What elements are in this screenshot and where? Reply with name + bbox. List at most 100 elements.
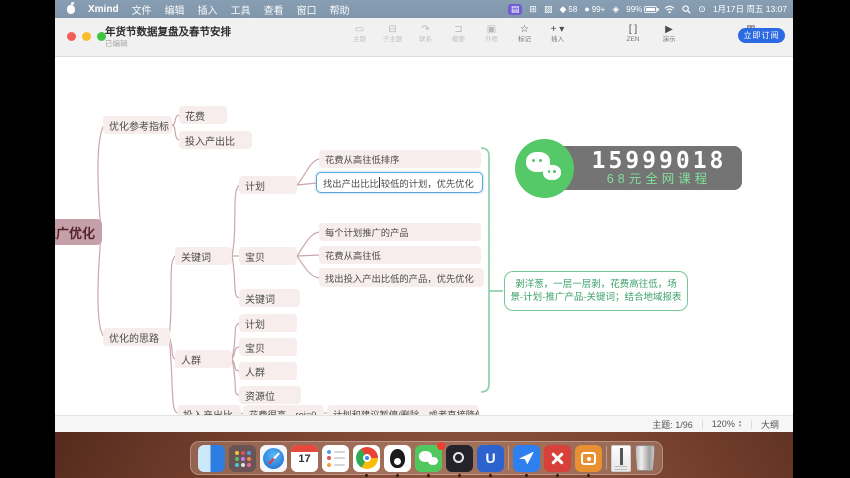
topic-metrics[interactable]: 优化参考指标: [103, 116, 172, 134]
subtopic-icon: ⊟: [378, 23, 407, 36]
topic-cost[interactable]: 花费: [179, 106, 227, 124]
watermark-number: 15999018: [592, 150, 727, 172]
calendar-icon[interactable]: 17: [291, 445, 318, 472]
topic-toolbar: ▭主题 ⊟子主题 ↷联系 ⊐概要 ▣外框 ☆标记 + ▾插入: [345, 23, 572, 43]
root-topic[interactable]: 推广优化: [55, 219, 102, 245]
battery-icon: [644, 6, 657, 13]
relationship-button[interactable]: ↷联系: [411, 23, 440, 43]
window-status-bar: 主题: 1/96 120% ▲▼ 大纲: [55, 415, 793, 432]
window-title-bar: 年货节数据复盘及春节安排 已编辑 ▭主题 ⊟子主题 ↷联系 ⊐概要 ▣外框 ☆标…: [55, 18, 793, 57]
topic-icon: ▭: [345, 23, 374, 36]
topic-crowd-plan[interactable]: 计划: [239, 314, 297, 332]
topic-keyword[interactable]: 关键词: [175, 247, 232, 265]
summary-button[interactable]: ⊐概要: [444, 23, 473, 43]
trash-icon[interactable]: [635, 445, 655, 471]
topic-roi[interactable]: 投入产出比: [177, 405, 241, 415]
menu-item-tools[interactable]: 工具: [231, 2, 251, 17]
minimize-button[interactable]: [82, 32, 91, 41]
topic-button[interactable]: ▭主题: [345, 23, 374, 43]
subscribe-button[interactable]: 立即订阅: [738, 28, 785, 43]
chrome-icon[interactable]: [353, 445, 380, 472]
topic-product-item2[interactable]: 花费从高往低: [319, 246, 481, 264]
topic-keyword2[interactable]: 关键词: [239, 289, 300, 307]
zoom-stepper-icon[interactable]: ▲▼: [738, 420, 742, 428]
editor-app-icon[interactable]: [544, 445, 571, 472]
u-app-icon[interactable]: U: [477, 445, 504, 472]
chat-count: 99+: [592, 5, 606, 14]
dock-divider: [606, 446, 607, 470]
document-edited-status: 已编辑: [105, 38, 128, 49]
topic-plan-item1[interactable]: 花费从高往低排序: [319, 150, 481, 168]
battery-status[interactable]: 99%: [626, 5, 657, 14]
topic-resource[interactable]: 资源位: [239, 386, 301, 404]
screen-mirroring-icon[interactable]: ▤: [508, 4, 523, 15]
zoom-control[interactable]: 120% ▲▼: [712, 419, 742, 429]
topic-roi-item2[interactable]: 计划和建议暂停/删除，或者直接降低预算: [327, 405, 479, 415]
outline-button[interactable]: 大纲: [761, 418, 779, 431]
chat-status-icon[interactable]: ●99+: [584, 5, 605, 14]
menu-bar: Xmind 文件 编辑 插入 工具 查看 窗口 帮助 ▤ ⊞ ▨ ◆58 ●99…: [55, 0, 793, 18]
topic-product[interactable]: 宝贝: [239, 247, 297, 265]
wechat-logo-icon: [515, 139, 574, 198]
notification-badge: [437, 442, 445, 450]
insert-button[interactable]: + ▾插入: [543, 23, 572, 43]
topic-crowd[interactable]: 人群: [175, 350, 232, 368]
marker-icon: ☆: [510, 23, 539, 36]
battery-percent: 99%: [626, 5, 642, 14]
selected-text-after: 较低的计划，优先优化: [381, 176, 474, 190]
letterbox-left: [0, 0, 55, 478]
search-icon[interactable]: [682, 5, 691, 14]
topic-product-item3[interactable]: 找出投入产出比低的产品，优先优化: [319, 268, 484, 287]
photos-status-icon[interactable]: ◈: [612, 5, 619, 14]
traffic-lights: [67, 32, 106, 41]
menu-item-window[interactable]: 窗口: [297, 2, 317, 17]
topic-plan[interactable]: 计划: [239, 176, 297, 194]
safari-icon[interactable]: [260, 445, 287, 472]
send-app-icon[interactable]: [513, 445, 540, 472]
close-button[interactable]: [67, 32, 76, 41]
boundary-icon: ▣: [477, 23, 506, 36]
subtopic-button[interactable]: ⊟子主题: [378, 23, 407, 43]
document-file-icon[interactable]: [611, 445, 631, 472]
menu-item-file[interactable]: 文件: [132, 2, 152, 17]
selected-text-before: 找出产出比比: [323, 176, 379, 190]
menu-item-insert[interactable]: 插入: [198, 2, 218, 17]
present-button[interactable]: ▶演示: [656, 23, 682, 43]
topic-crowd-crowd[interactable]: 人群: [239, 362, 297, 380]
dock: 17 U: [190, 441, 663, 475]
badge-app-icon[interactable]: ◆58: [559, 5, 577, 14]
zoom-level: 120%: [712, 419, 735, 429]
mindmap-canvas[interactable]: 推广优化 优化参考指标 花费 投入产出比 优化的思路 关键词 计划 花费从高往低…: [55, 57, 793, 415]
menu-app-name[interactable]: Xmind: [88, 4, 119, 15]
summary-note[interactable]: 剥洋葱，一层一层剥，花费高往低，场景-计划-推广产品-关键词；结合地域报表: [504, 271, 688, 311]
qq-icon[interactable]: [384, 445, 411, 472]
user-switch-icon[interactable]: ⊙: [698, 5, 706, 14]
wifi-icon[interactable]: [664, 5, 675, 14]
meeting-app-icon[interactable]: [446, 445, 473, 472]
watermark-bar: 15999018 68元全网课程: [546, 146, 742, 190]
marker-button[interactable]: ☆标记: [510, 23, 539, 43]
topic-roi-metric[interactable]: 投入产出比: [179, 131, 252, 149]
watermark-caption: 68元全网课程: [607, 172, 711, 187]
display-icon[interactable]: ⊞: [529, 5, 537, 14]
launchpad-icon[interactable]: [229, 445, 256, 472]
reminders-icon[interactable]: [322, 445, 349, 472]
menu-item-help[interactable]: 帮助: [330, 2, 350, 17]
menu-item-edit[interactable]: 编辑: [165, 2, 185, 17]
zen-mode-button[interactable]: [ ]ZEN: [620, 23, 646, 43]
topic-crowd-product[interactable]: 宝贝: [239, 338, 297, 356]
menu-item-view[interactable]: 查看: [264, 2, 284, 17]
apple-menu-icon[interactable]: [67, 5, 75, 14]
finder-icon[interactable]: [198, 445, 225, 472]
topic-roi-item1[interactable]: 花费很高，roi=0: [243, 405, 324, 415]
menu-bar-clock[interactable]: 1月17日 周五 13:07: [713, 3, 787, 15]
wechat-icon[interactable]: [415, 445, 442, 472]
topic-product-item1[interactable]: 每个计划推广的产品: [319, 223, 481, 241]
topic-plan-item2-selected[interactable]: 找出产出比比较低的计划，优先优化: [316, 172, 483, 193]
recorder-app-icon[interactable]: [575, 445, 602, 472]
letterbox-right: [793, 0, 850, 478]
input-method-icon[interactable]: ▨: [544, 5, 553, 14]
relationship-icon: ↷: [411, 23, 440, 36]
topic-approach[interactable]: 优化的思路: [103, 328, 170, 346]
boundary-button[interactable]: ▣外框: [477, 23, 506, 43]
